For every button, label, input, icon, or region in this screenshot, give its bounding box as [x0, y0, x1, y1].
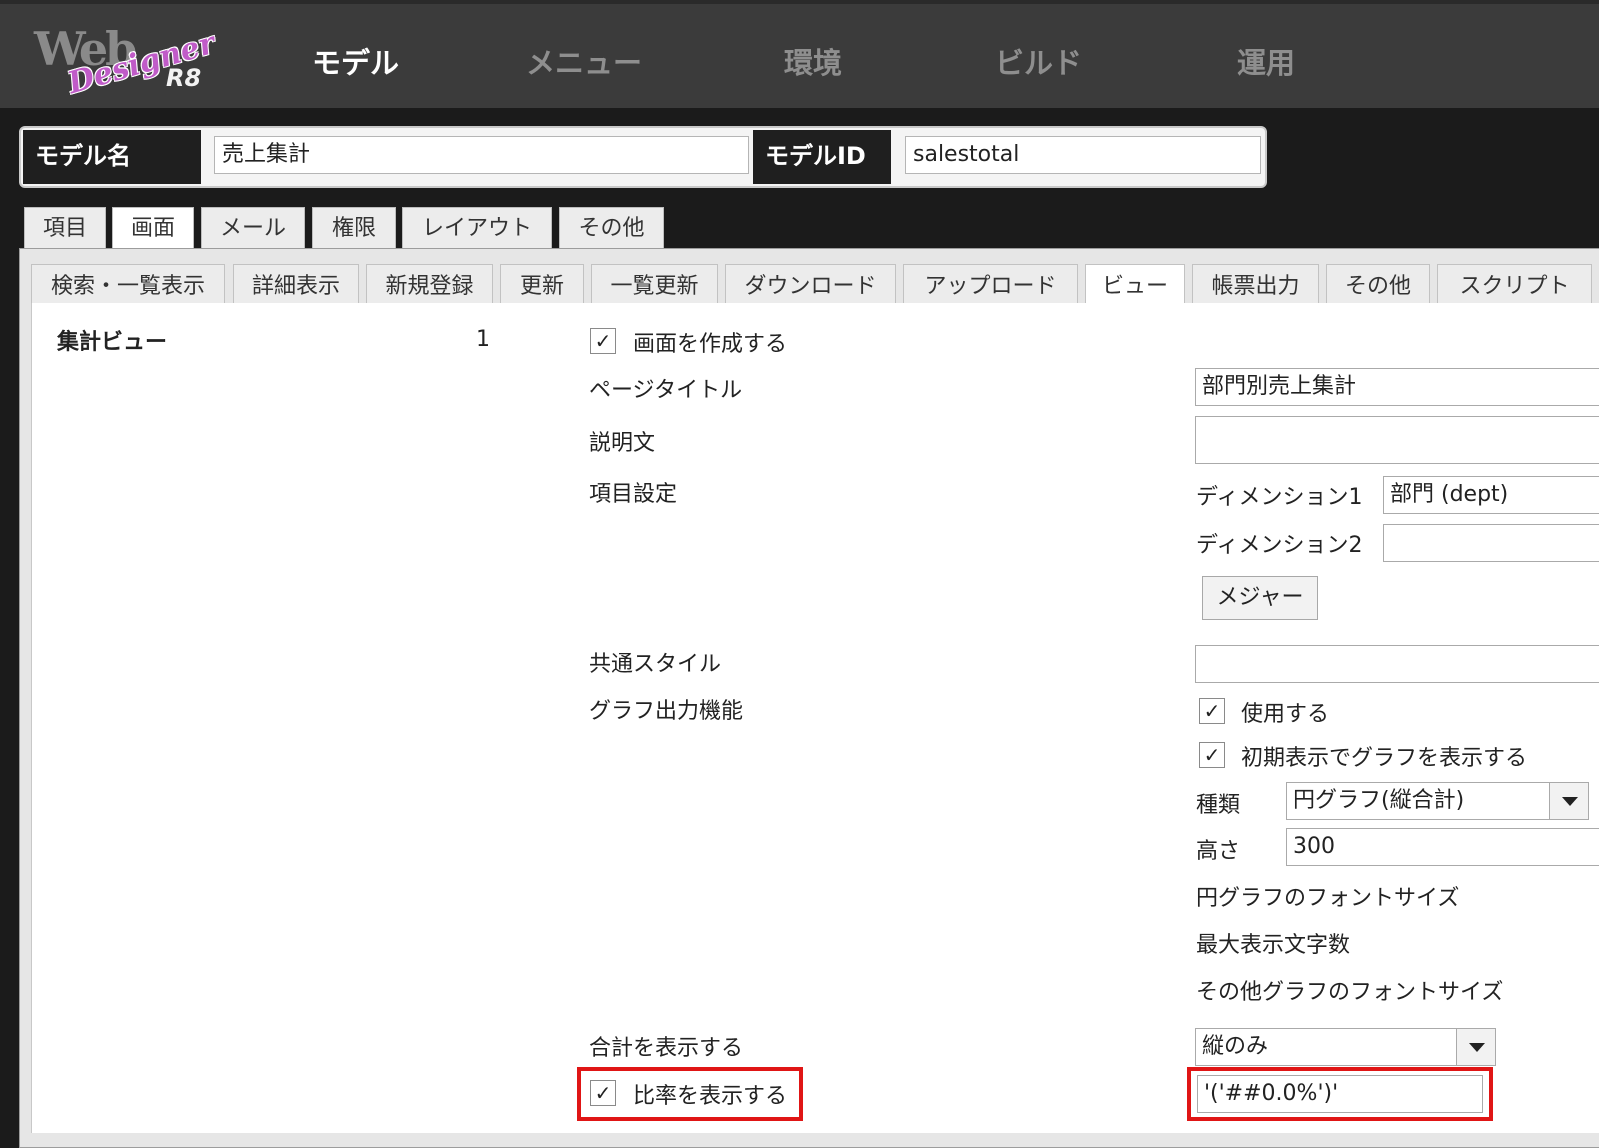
other-font-size-label: その他グラフのフォントサイズ — [1196, 980, 1504, 1005]
graph-type-select[interactable]: 円グラフ(縦合計) — [1286, 782, 1589, 820]
nav-environment[interactable]: 環境 — [784, 40, 842, 82]
show-total-value: 縦のみ — [1202, 1034, 1269, 1059]
dimension1-label: ディメンション1 — [1196, 485, 1363, 510]
chevron-down-icon[interactable] — [1549, 783, 1588, 819]
pie-font-size-label: 円グラフのフォントサイズ — [1196, 886, 1460, 911]
logo-version: R8 — [166, 64, 202, 92]
nav-model[interactable]: モデル — [312, 40, 399, 82]
nav-build[interactable]: ビルド — [995, 40, 1082, 82]
section-title: 集計ビュー — [57, 330, 168, 355]
model-id-field[interactable]: salestotal — [905, 136, 1261, 174]
use-graph-checkbox[interactable]: ✓ — [1199, 698, 1225, 724]
ratio-format-input[interactable]: '('##0.0%')' — [1197, 1075, 1483, 1113]
dimension2-label: ディメンション2 — [1196, 533, 1363, 558]
model-name-field[interactable]: 売上集計 — [214, 136, 749, 174]
page-title-input[interactable]: 部門別売上集計 — [1195, 368, 1599, 406]
graph-height-label: 高さ — [1196, 839, 1241, 864]
measure-button[interactable]: メジャー — [1202, 576, 1318, 620]
initial-graph-label: 初期表示でグラフを表示する — [1241, 746, 1528, 771]
max-chars-label: 最大表示文字数 — [1196, 933, 1351, 958]
common-style-input[interactable] — [1195, 645, 1599, 683]
model-header: モデル名 売上集計 モデルID salestotal — [19, 126, 1267, 188]
chevron-down-icon[interactable] — [1456, 1029, 1495, 1065]
nav-operation[interactable]: 運用 — [1237, 40, 1295, 82]
create-screen-label: 画面を作成する — [633, 332, 788, 357]
tab-mail[interactable]: メール — [201, 207, 305, 249]
show-ratio-checkbox[interactable]: ✓ — [590, 1080, 616, 1106]
show-total-select[interactable]: 縦のみ — [1195, 1028, 1496, 1066]
nav-menu[interactable]: メニュー — [526, 40, 642, 82]
dimension1-input[interactable]: 部門 (dept) — [1383, 476, 1599, 514]
model-name-label: モデル名 — [23, 130, 201, 184]
graph-type-value: 円グラフ(縦合計) — [1293, 788, 1465, 813]
description-input[interactable] — [1195, 416, 1599, 464]
graph-type-label: 種類 — [1196, 793, 1241, 818]
tab-other[interactable]: その他 — [559, 207, 664, 249]
model-id-label: モデルID — [753, 130, 891, 184]
use-graph-label: 使用する — [1241, 702, 1330, 727]
view-index: 1 — [476, 327, 490, 352]
graph-output-label: グラフ出力機能 — [589, 699, 744, 724]
item-settings-label: 項目設定 — [589, 482, 678, 507]
create-screen-checkbox[interactable]: ✓ — [590, 328, 616, 354]
show-total-label: 合計を表示する — [589, 1036, 744, 1061]
initial-graph-checkbox[interactable]: ✓ — [1199, 742, 1225, 768]
tab-permission[interactable]: 権限 — [312, 207, 396, 249]
graph-height-input[interactable]: 300 — [1286, 828, 1599, 866]
common-style-label: 共通スタイル — [589, 652, 722, 677]
description-label: 説明文 — [589, 431, 656, 456]
show-ratio-label: 比率を表示する — [633, 1084, 788, 1109]
top-navigation-bar: Web Designer R8 モデル メニュー 環境 ビルド 運用 — [0, 0, 1599, 108]
page-title-label: ページタイトル — [589, 378, 743, 403]
tab-screen[interactable]: 画面 — [112, 207, 194, 249]
tab-layout[interactable]: レイアウト — [402, 207, 552, 249]
tab-items[interactable]: 項目 — [24, 207, 106, 249]
dimension2-input[interactable] — [1383, 524, 1599, 562]
app-logo: Web Designer R8 — [30, 16, 220, 101]
